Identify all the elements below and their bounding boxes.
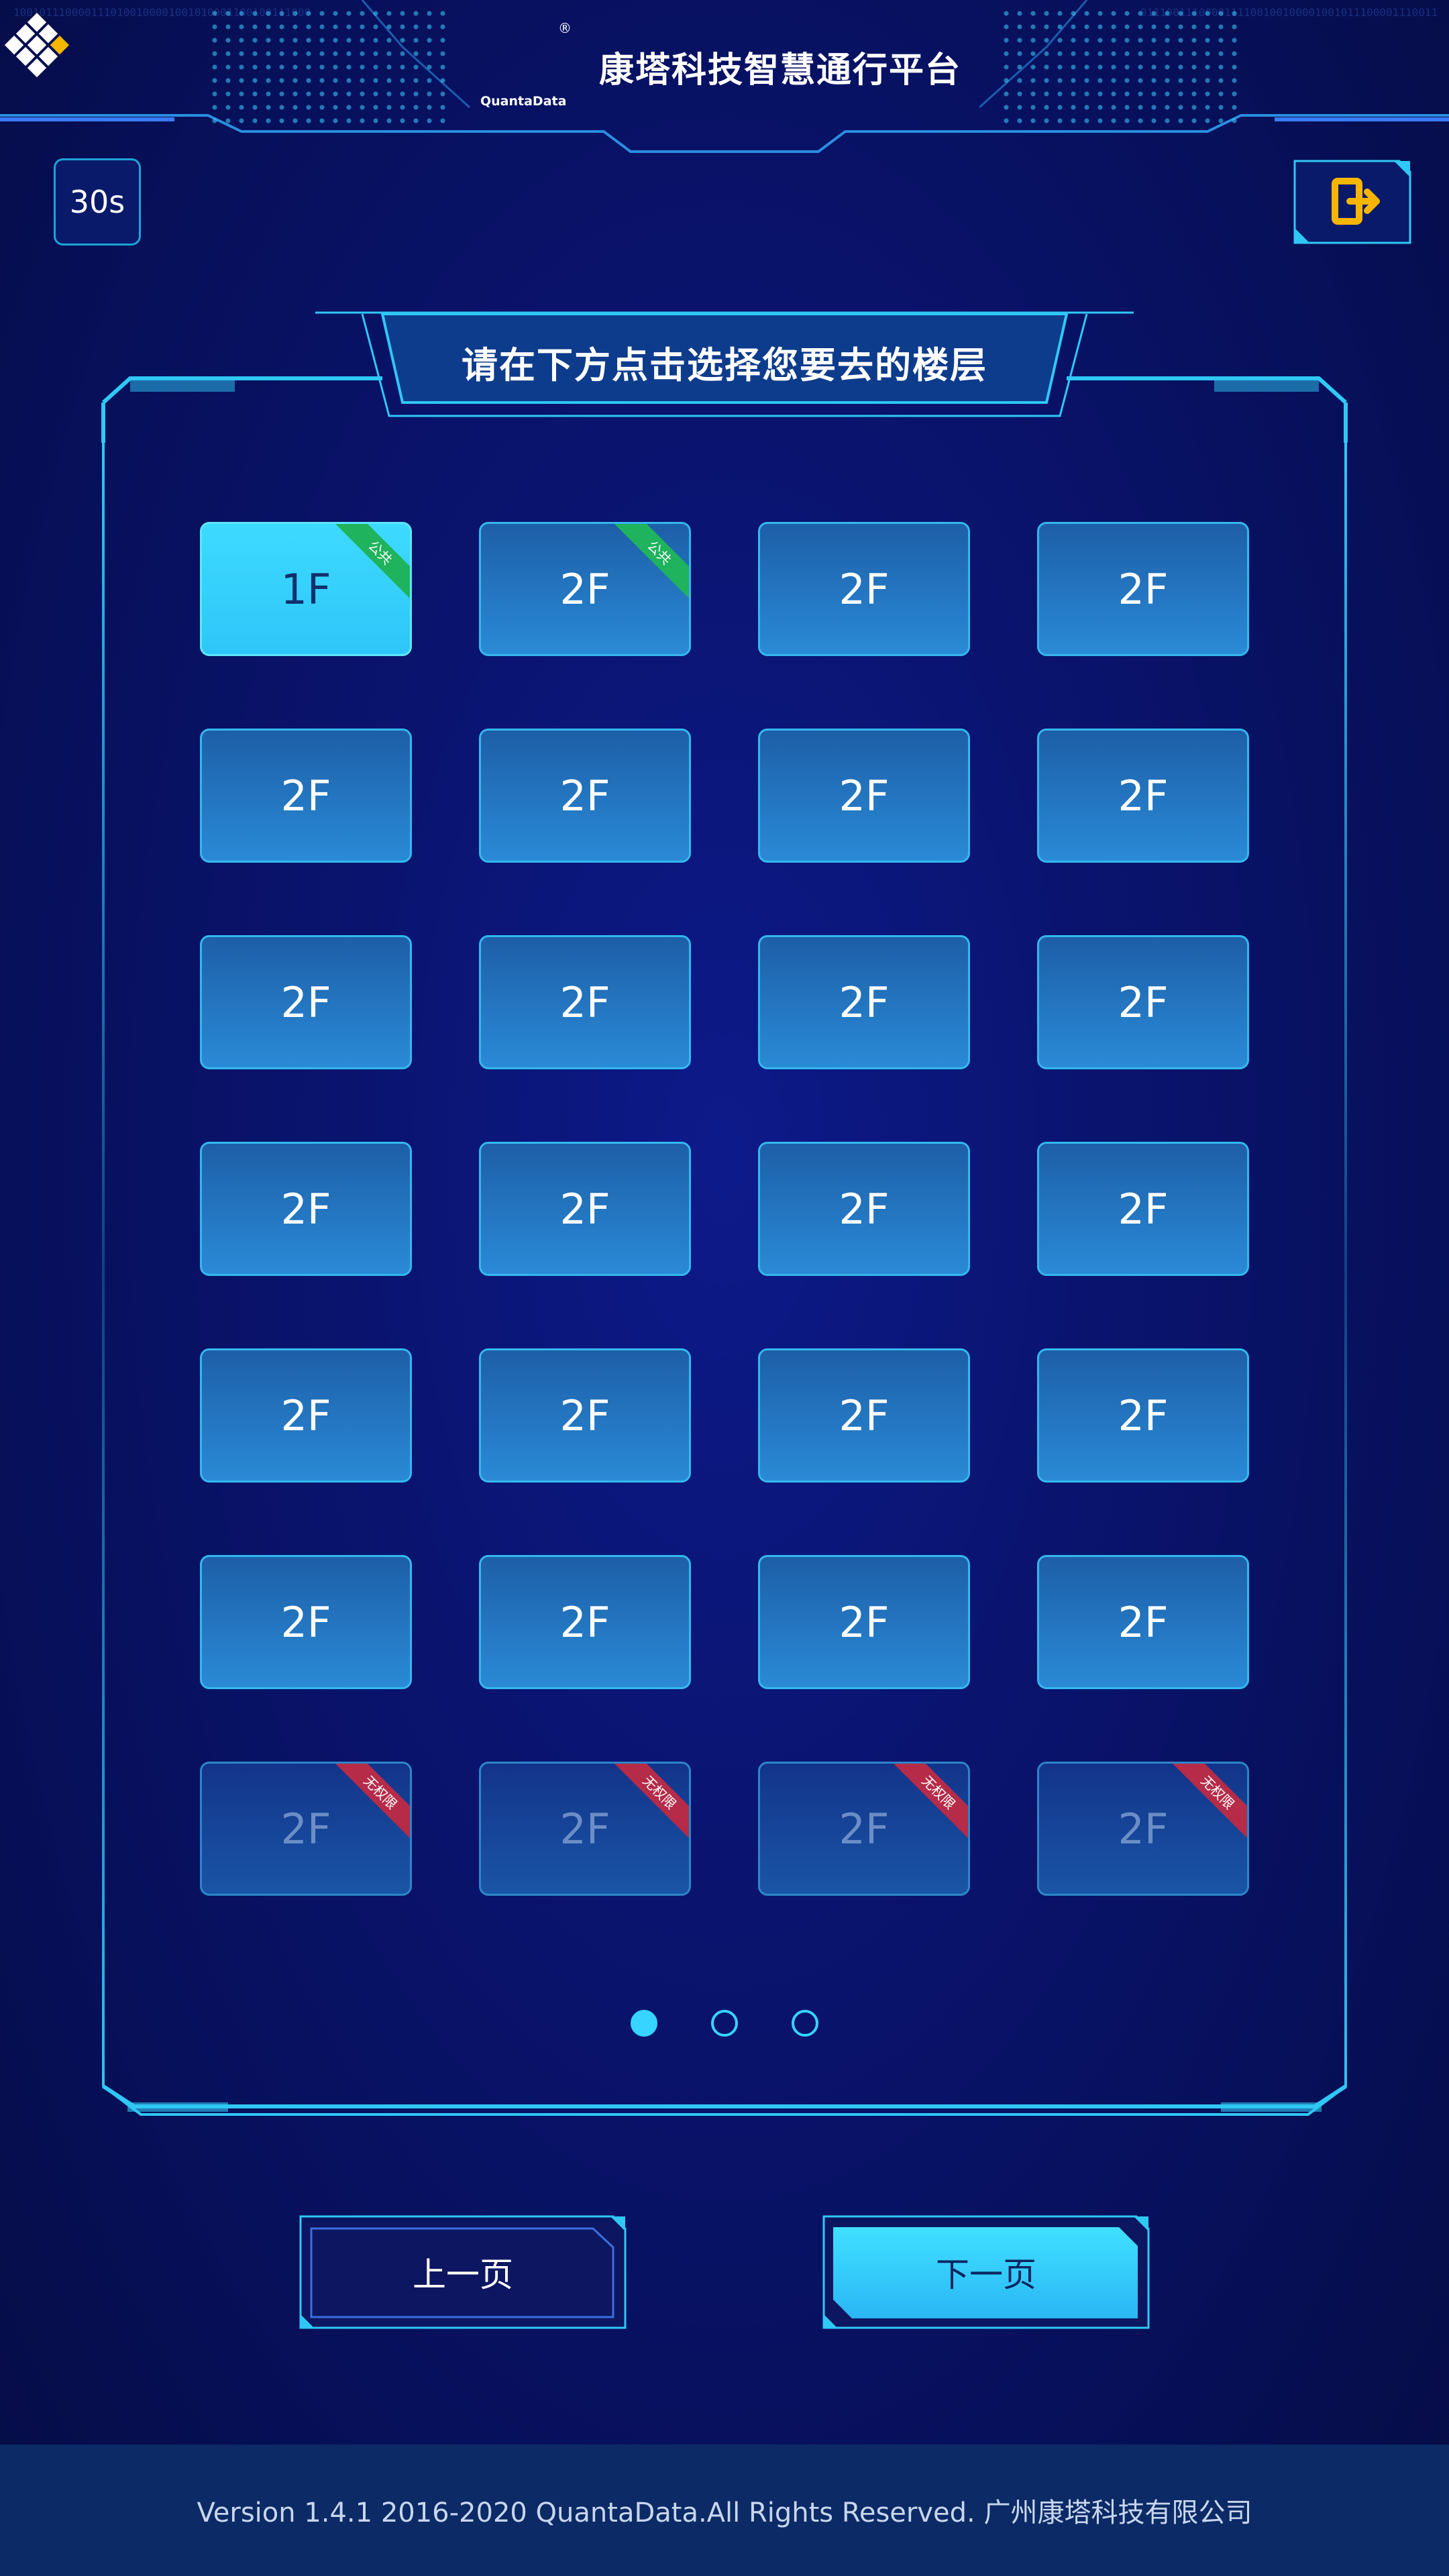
floor-button[interactable]: 2F: [200, 1555, 412, 1689]
floor-button: 2F 无权限: [479, 1762, 691, 1896]
floor-label: 2F: [839, 977, 890, 1027]
floor-label: 2F: [559, 1597, 610, 1647]
floor-label: 2F: [280, 1184, 331, 1234]
floor-button[interactable]: 2F: [758, 522, 970, 656]
exit-button[interactable]: [1292, 158, 1411, 246]
floor-button[interactable]: 2F: [1037, 522, 1249, 656]
next-page-button[interactable]: 下一页: [821, 2214, 1151, 2330]
floor-label: 2F: [559, 1804, 610, 1854]
floor-label: 2F: [839, 1391, 890, 1440]
floor-button[interactable]: 2F: [758, 1555, 970, 1689]
page-dot-2[interactable]: [711, 2010, 738, 2037]
registered-mark: ®: [558, 20, 572, 36]
instruction-title: 请在下方点击选择您要去的楼层: [462, 344, 987, 386]
floor-button[interactable]: 2F: [758, 1348, 970, 1483]
floor-label: 2F: [1118, 1597, 1169, 1647]
header: 1001011100001110100100001001010001100100…: [0, 0, 1449, 161]
app-title: 康塔科技智慧通行平台: [599, 50, 962, 91]
floor-label: 2F: [1118, 564, 1169, 614]
floor-label: 2F: [839, 1184, 890, 1234]
floor-label: 2F: [839, 771, 890, 820]
floor-button: 2F 无权限: [200, 1762, 412, 1896]
footer: Version 1.4.1 2016-2020 QuantaData.All R…: [0, 2445, 1449, 2576]
floor-label: 2F: [280, 1597, 331, 1647]
floor-label: 2F: [559, 977, 610, 1027]
floor-button: 2F 无权限: [1037, 1762, 1249, 1896]
floor-button[interactable]: 2F: [479, 1348, 691, 1483]
page-dot-1[interactable]: [631, 2010, 657, 2037]
next-button-label: 下一页: [936, 2255, 1036, 2294]
floor-button[interactable]: 2F: [200, 1142, 412, 1276]
floor-label: 2F: [1118, 1804, 1169, 1854]
no-permission-tag: 无权限: [892, 1764, 968, 1839]
floor-button[interactable]: 2F: [1037, 935, 1249, 1069]
footer-copyright: Version 1.4.1 2016-2020 QuantaData.All R…: [197, 2498, 1252, 2528]
floor-label: 2F: [280, 1391, 331, 1440]
floor-button[interactable]: 2F: [758, 729, 970, 863]
floor-button[interactable]: 2F: [200, 729, 412, 863]
floor-button[interactable]: 1F 公共: [200, 522, 412, 656]
floor-button[interactable]: 2F: [200, 1348, 412, 1483]
floor-label: 2F: [280, 1804, 331, 1854]
floor-label: 2F: [280, 977, 331, 1027]
floor-label: 2F: [1118, 771, 1169, 820]
floor-label: 2F: [559, 771, 610, 820]
floor-label: 2F: [559, 564, 610, 614]
floor-button[interactable]: 2F: [1037, 1348, 1249, 1483]
floor-button: 2F 无权限: [758, 1762, 970, 1896]
floor-button[interactable]: 2F: [479, 1142, 691, 1276]
countdown-timer: 30s: [54, 158, 141, 246]
floor-button[interactable]: 2F: [1037, 1142, 1249, 1276]
prev-button-label: 上一页: [413, 2255, 513, 2294]
floor-button[interactable]: 2F: [1037, 1555, 1249, 1689]
public-tag: 公共: [613, 524, 689, 599]
prev-page-button[interactable]: 上一页: [298, 2214, 628, 2330]
floor-button[interactable]: 2F: [1037, 729, 1249, 863]
dot-pattern-right: [1000, 7, 1241, 127]
floor-label: 2F: [839, 1804, 890, 1854]
floor-label: 1F: [280, 564, 331, 614]
floor-label: 2F: [559, 1184, 610, 1234]
floor-label: 2F: [1118, 1391, 1169, 1440]
page-dot-3[interactable]: [792, 2010, 818, 2037]
floor-button[interactable]: 2F: [758, 1142, 970, 1276]
floor-button[interactable]: 2F: [758, 935, 970, 1069]
floor-label: 2F: [839, 564, 890, 614]
floor-label: 2F: [839, 1597, 890, 1647]
floor-label: 2F: [1118, 1184, 1169, 1234]
no-permission-tag: 无权限: [613, 1764, 689, 1839]
floor-label: 2F: [1118, 977, 1169, 1027]
dot-pattern-left: [208, 7, 449, 127]
floor-button[interactable]: 2F: [479, 729, 691, 863]
floor-label: 2F: [280, 771, 331, 820]
floor-button[interactable]: 2F: [479, 1555, 691, 1689]
floor-button[interactable]: 2F: [200, 935, 412, 1069]
exit-icon: [1293, 160, 1411, 244]
no-permission-tag: 无权限: [334, 1764, 410, 1839]
quantadata-logo-icon: [4, 13, 70, 78]
public-tag: 公共: [334, 524, 410, 599]
floor-label: 2F: [559, 1391, 610, 1440]
floor-button[interactable]: 2F 公共: [479, 522, 691, 656]
floor-button[interactable]: 2F: [479, 935, 691, 1069]
no-permission-tag: 无权限: [1171, 1764, 1247, 1839]
logo-text: QuantaData: [480, 94, 567, 109]
